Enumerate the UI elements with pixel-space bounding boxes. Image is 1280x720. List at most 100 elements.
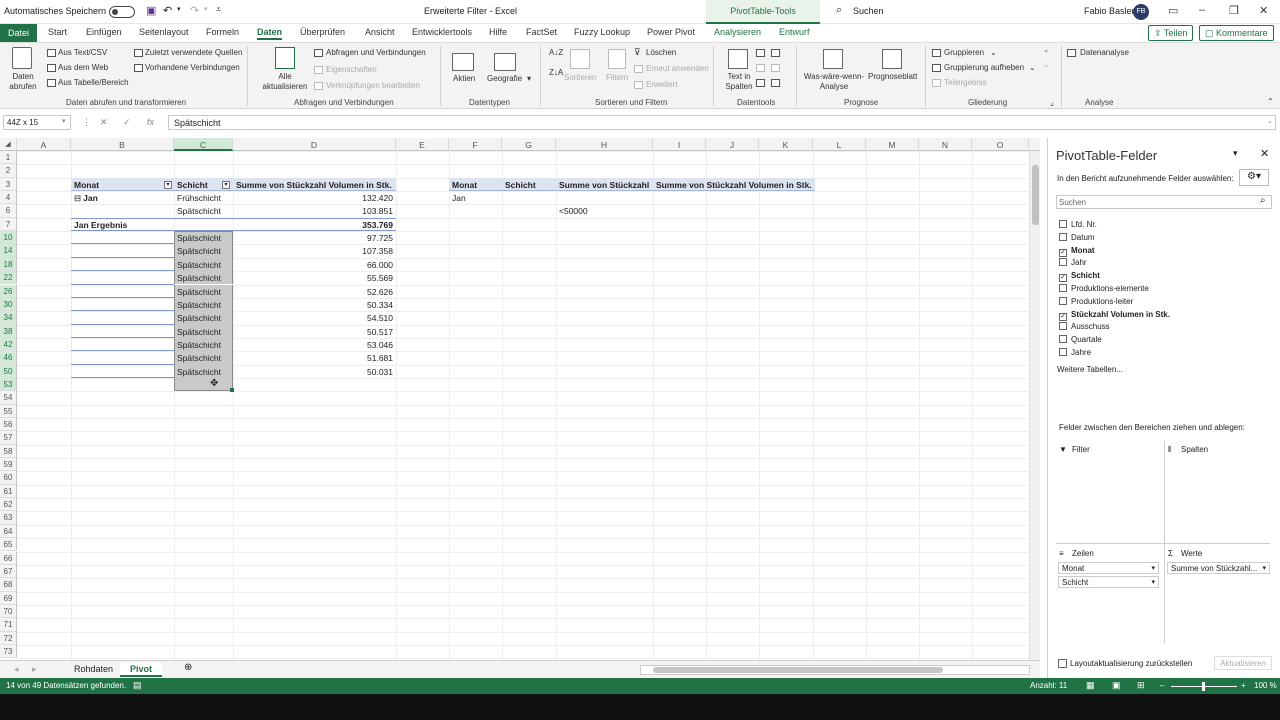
tab-start[interactable]: Start (48, 27, 67, 37)
field-item[interactable]: Lfd. Nr. (1059, 220, 1097, 229)
sort-icon[interactable] (570, 49, 590, 69)
save-icon[interactable]: ▣ (146, 4, 156, 17)
column-header-b[interactable]: B (71, 138, 174, 151)
tab-fuzzy-lookup[interactable]: Fuzzy Lookup (574, 27, 630, 37)
show-detail-icon[interactable]: ⁺ (1044, 48, 1048, 57)
search-icon[interactable]: ⌕ (836, 4, 842, 17)
row-header[interactable]: 63 (0, 511, 17, 525)
row-header[interactable]: 57 (0, 431, 17, 445)
filtered-cell-shift[interactable]: Spätschicht (174, 365, 233, 378)
row-header[interactable]: 58 (0, 444, 17, 459)
field-checkbox[interactable] (1059, 284, 1067, 292)
row-field-schicht[interactable]: Schicht ▾ (1058, 576, 1159, 588)
pivot-total-label[interactable]: Jan Ergebnis (71, 218, 174, 231)
properties-button[interactable]: Eigenschaften (326, 65, 377, 74)
criteria-header-sum-full[interactable]: Summe von Stückzahl Volumen in Stk. (653, 178, 815, 191)
row-header[interactable]: 60 (0, 471, 17, 485)
row-header[interactable]: 62 (0, 498, 17, 512)
tab-ueberpruefen[interactable]: Überprüfen (300, 27, 345, 37)
zoom-slider-thumb[interactable] (1202, 682, 1205, 691)
share-button[interactable]: ⇪ Teilen (1148, 25, 1194, 41)
column-header-e[interactable]: E (396, 138, 449, 151)
field-item[interactable]: Jahr (1059, 258, 1087, 267)
field-search-input[interactable]: Suchen (1056, 195, 1272, 209)
row-header[interactable]: 14 (0, 244, 17, 258)
row-header[interactable]: 70 (0, 604, 17, 619)
field-checkbox[interactable] (1059, 296, 1067, 305)
insert-function-icon[interactable]: fx (147, 117, 154, 127)
horizontal-scrollbar[interactable] (640, 665, 1030, 675)
criteria-cell-month[interactable]: Jan (449, 191, 502, 204)
filtered-cell-value[interactable]: 53.046 (233, 338, 396, 351)
row-header[interactable]: 34 (0, 311, 17, 325)
data-get-icon[interactable] (12, 47, 32, 69)
row-header[interactable]: 59 (0, 458, 17, 472)
row-header[interactable]: 71 (0, 618, 17, 632)
add-sheet-icon[interactable]: ⊕ (174, 661, 202, 675)
from-web-button[interactable]: Aus dem Web (58, 63, 108, 72)
pivot-cell-shift[interactable]: Spätschicht (174, 204, 233, 217)
pivot-total-value[interactable]: 353.769 (233, 218, 396, 231)
collapse-icon[interactable]: ⊟ (74, 193, 81, 203)
tab-power-pivot[interactable]: Power Pivot (647, 27, 695, 37)
row-header[interactable]: 73 (0, 644, 17, 659)
stocks-button[interactable]: Aktien (453, 74, 475, 83)
select-all-corner[interactable]: ◢ (0, 138, 17, 151)
sheet-tab-pivot[interactable]: Pivot (120, 663, 163, 677)
filtered-cell-value[interactable]: 107.358 (233, 244, 396, 257)
row-header[interactable]: 55 (0, 404, 17, 418)
undo-icon[interactable]: ↶ (163, 4, 172, 17)
undo-dropdown-icon[interactable]: ▾ (177, 5, 181, 13)
zoom-in-icon[interactable]: + (1241, 681, 1246, 690)
criteria-header-shift[interactable]: Schicht (502, 178, 556, 191)
row-header[interactable]: 46 (0, 351, 17, 365)
vertical-scrollbar[interactable] (1029, 151, 1040, 660)
sort-button[interactable]: Sortieren (564, 73, 596, 82)
search-box[interactable]: Suchen (853, 6, 884, 16)
close-window-icon[interactable]: ✕ (1259, 4, 1268, 17)
recent-sources-button[interactable]: Zuletzt verwendete Quellen (145, 48, 242, 57)
tab-entwurf[interactable]: Entwurf (779, 27, 810, 37)
row-header[interactable]: 7 (0, 217, 17, 232)
name-box[interactable]: 44Z x 15 (3, 115, 71, 130)
group-dropdown-icon[interactable]: ⌄ (990, 48, 997, 57)
filtered-cell-value[interactable]: 50.031 (233, 365, 396, 378)
row-header[interactable]: 72 (0, 631, 17, 645)
tab-ansicht[interactable]: Ansicht (365, 27, 395, 37)
row-header[interactable]: 69 (0, 591, 17, 605)
advanced-button[interactable]: Erweitert (646, 80, 678, 89)
row-header[interactable]: 6 (0, 204, 17, 218)
row-header[interactable]: 66 (0, 551, 17, 565)
filtered-cell-shift[interactable]: Spätschicht (174, 271, 233, 284)
consolidate-icon[interactable] (771, 64, 780, 72)
sort-az-icon[interactable]: A↓Z (549, 48, 563, 57)
criteria-header-sum[interactable]: Summe von Stückzahl (556, 178, 653, 191)
formula-options-icon[interactable]: ⋮ (82, 117, 91, 128)
data-analysis-button[interactable]: Datenanalyse (1080, 48, 1129, 57)
comments-button[interactable]: ▢ Kommentare (1199, 25, 1274, 41)
row-header[interactable]: 18 (0, 257, 17, 272)
column-header-l[interactable]: L (813, 138, 866, 151)
field-item[interactable]: ✓ Stückzahl Volumen in Stk. (1059, 310, 1170, 321)
field-checkbox[interactable] (1059, 335, 1067, 344)
filtered-cell-value[interactable]: 50.334 (233, 298, 396, 311)
relationships-icon[interactable] (756, 79, 765, 87)
row-header[interactable]: 65 (0, 538, 17, 552)
pivot-row-month[interactable]: ⊟ Jan (71, 191, 174, 204)
field-item[interactable]: Ausschuss (1059, 322, 1110, 331)
remove-duplicates-icon[interactable] (771, 49, 780, 57)
pivot-cell-value[interactable]: 132.420 (233, 191, 396, 204)
tab-datei[interactable]: Datei (0, 24, 37, 42)
field-checkbox[interactable]: ✓ (1059, 274, 1067, 283)
ungroup-dropdown-icon[interactable]: ⌄ (1029, 63, 1036, 72)
field-dropdown-icon[interactable]: ▾ (1151, 578, 1155, 586)
field-dropdown-icon[interactable]: ▾ (1151, 564, 1155, 572)
more-tables-link[interactable]: Weitere Tabellen... (1057, 365, 1123, 374)
column-header-f[interactable]: F (449, 138, 502, 151)
field-checkbox[interactable] (1059, 348, 1067, 356)
filtered-cell-shift[interactable]: Spätschicht (174, 298, 233, 311)
formula-input[interactable]: Spätschicht (168, 115, 1276, 130)
sheet-tab-rohdaten[interactable]: Rohdaten (64, 663, 123, 677)
stocks-icon[interactable] (452, 53, 474, 71)
enter-icon[interactable]: ✓ (123, 117, 131, 128)
